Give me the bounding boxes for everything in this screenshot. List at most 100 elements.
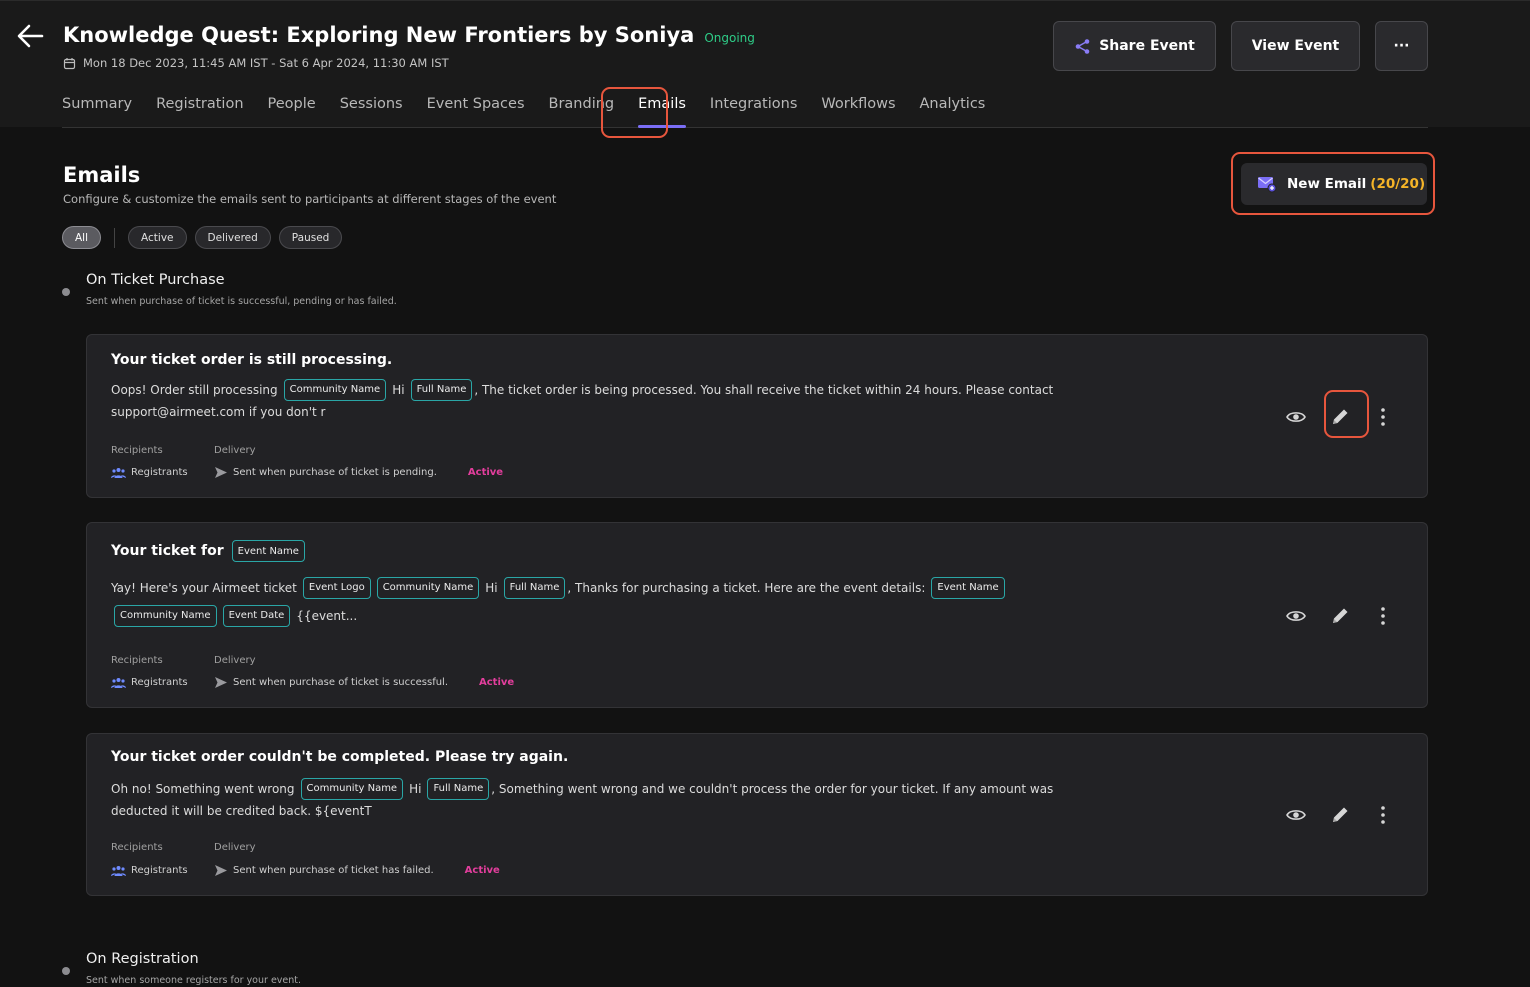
new-email-count: (20/20): [1370, 176, 1426, 192]
delivery-value: Sent when purchase of ticket is successf…: [214, 676, 448, 689]
email-preview: Oops! Order still processing Community N…: [111, 376, 1053, 420]
email-actions: [1276, 596, 1403, 636]
email-card[interactable]: Your ticket order couldn't be completed.…: [86, 733, 1428, 896]
recipients-text: Registrants: [131, 467, 188, 478]
share-event-button[interactable]: Share Event: [1053, 21, 1216, 71]
preview-button[interactable]: [1276, 795, 1316, 835]
edit-button[interactable]: [1320, 596, 1360, 636]
recipients-value: Registrants: [111, 865, 214, 877]
filter-paused[interactable]: Paused: [278, 226, 343, 249]
tab-event-spaces[interactable]: Event Spaces: [427, 96, 525, 128]
tab-analytics[interactable]: Analytics: [920, 96, 986, 128]
page-description: Configure & customize the emails sent to…: [63, 192, 557, 206]
pencil-icon: [1333, 608, 1348, 623]
merge-tag: Event Logo: [302, 577, 371, 599]
group-description: Sent when purchase of ticket is successf…: [86, 296, 397, 307]
email-preview-line: Yay! Here's your Airmeet ticket Event Lo…: [111, 574, 1005, 602]
preview-text: Hi: [409, 782, 422, 796]
merge-tag: Community Name: [114, 605, 217, 627]
kebab-icon: [1381, 607, 1385, 625]
arrow-left-icon[interactable]: [16, 23, 44, 49]
tab-people[interactable]: People: [268, 96, 316, 128]
email-preview: Oh no! Something went wrong Community Na…: [111, 775, 1053, 819]
email-menu-button[interactable]: [1363, 795, 1403, 835]
email-menu-button[interactable]: [1363, 397, 1403, 437]
users-icon: [111, 865, 126, 876]
email-actions: [1276, 795, 1403, 835]
event-title: Knowledge Quest: Exploring New Frontiers…: [63, 23, 695, 47]
email-preview-line: support@airmeet.com if you don't r: [111, 404, 991, 420]
email-title: Your ticket order is still processing.: [111, 352, 392, 368]
kebab-icon: [1381, 408, 1385, 426]
more-options-button[interactable]: ···: [1375, 21, 1428, 71]
send-icon: [215, 467, 227, 478]
email-menu-button[interactable]: [1363, 596, 1403, 636]
recipients-value: Registrants: [111, 467, 214, 479]
tab-workflows[interactable]: Workflows: [821, 96, 895, 128]
tab-sessions[interactable]: Sessions: [340, 96, 403, 128]
more-options-label: ···: [1393, 38, 1410, 54]
send-icon: [215, 865, 227, 876]
email-meta-labels: Recipients Delivery: [111, 842, 256, 853]
email-status: Active: [467, 467, 504, 478]
tab-summary[interactable]: Summary: [62, 96, 132, 128]
edit-button[interactable]: [1320, 795, 1360, 835]
recipients-label: Recipients: [111, 842, 163, 853]
email-preview-line: deducted it will be credited back. ${eve…: [111, 803, 991, 819]
preview-text: Yay! Here's your Airmeet ticket: [111, 581, 297, 595]
page-title: Emails: [63, 163, 141, 187]
group-description: Sent when someone registers for your eve…: [86, 975, 302, 986]
tab-emails[interactable]: Emails: [638, 96, 686, 128]
email-filters: All Active Delivered Paused: [62, 226, 343, 249]
email-title-text: Your ticket order couldn't be completed.…: [111, 749, 569, 765]
email-status: Active: [464, 865, 500, 876]
merge-tag: Community Name: [376, 577, 480, 599]
filter-delivered[interactable]: Delivered: [194, 226, 271, 249]
event-status-badge: Ongoing: [704, 31, 755, 45]
users-icon: [111, 467, 126, 478]
new-email-button[interactable]: New Email (20/20): [1241, 163, 1427, 205]
email-meta-values: Registrants Sent when purchase of ticket…: [111, 676, 514, 689]
email-preview-line: Community Name Event Date {{event...: [111, 602, 991, 630]
preview-text: Hi: [485, 581, 498, 595]
delivery-text: Sent when purchase of ticket has failed.: [233, 865, 434, 876]
email-title: Your ticket order couldn't be completed.…: [111, 749, 568, 765]
filter-all[interactable]: All: [62, 226, 102, 249]
delivery-label: Delivery: [214, 445, 256, 456]
preview-button[interactable]: [1276, 397, 1316, 437]
email-title-text: Your ticket order is still processing.: [111, 352, 393, 368]
delivery-value: Sent when purchase of ticket has failed.: [214, 864, 434, 877]
email-meta-values: Registrants Sent when purchase of ticket…: [111, 864, 500, 877]
preview-text: , Something went wrong and we couldn't p…: [491, 782, 1054, 796]
send-icon: [215, 677, 227, 688]
email-card[interactable]: Your ticket order is still processing. O…: [86, 334, 1428, 498]
merge-tag: Event Date: [222, 605, 291, 627]
merge-tag: Event Name: [931, 577, 1005, 599]
recipients-text: Registrants: [131, 677, 188, 688]
delivery-text: Sent when purchase of ticket is pending.: [233, 467, 437, 478]
preview-text: Hi: [392, 383, 405, 397]
email-card[interactable]: Your ticket for Event Name Yay! Here's y…: [86, 522, 1428, 708]
email-title-text: Your ticket for: [111, 543, 224, 559]
tab-registration[interactable]: Registration: [156, 96, 243, 128]
recipients-text: Registrants: [131, 865, 188, 876]
preview-button[interactable]: [1276, 596, 1316, 636]
eye-icon: [1286, 810, 1306, 820]
event-header: Knowledge Quest: Exploring New Frontiers…: [0, 0, 1530, 128]
merge-tag: Full Name: [410, 379, 473, 401]
kebab-icon: [1381, 806, 1385, 824]
view-event-button[interactable]: View Event: [1231, 21, 1360, 71]
edit-button[interactable]: [1320, 397, 1360, 437]
tab-integrations[interactable]: Integrations: [710, 96, 797, 128]
tab-branding[interactable]: Branding: [549, 96, 615, 128]
email-meta-values: Registrants Sent when purchase of ticket…: [111, 466, 503, 479]
delivery-label: Delivery: [214, 655, 256, 666]
preview-text: {{event...: [296, 609, 358, 623]
merge-tag: Event Name: [231, 540, 305, 562]
calendar-icon: [63, 57, 76, 69]
event-date-row: Mon 18 Dec 2023, 11:45 AM IST - Sat 6 Ap…: [63, 56, 449, 70]
filter-active[interactable]: Active: [128, 226, 187, 249]
group-title: On Registration: [86, 951, 199, 967]
users-icon: [111, 677, 126, 688]
event-title-row: Knowledge Quest: Exploring New Frontiers…: [63, 23, 755, 47]
